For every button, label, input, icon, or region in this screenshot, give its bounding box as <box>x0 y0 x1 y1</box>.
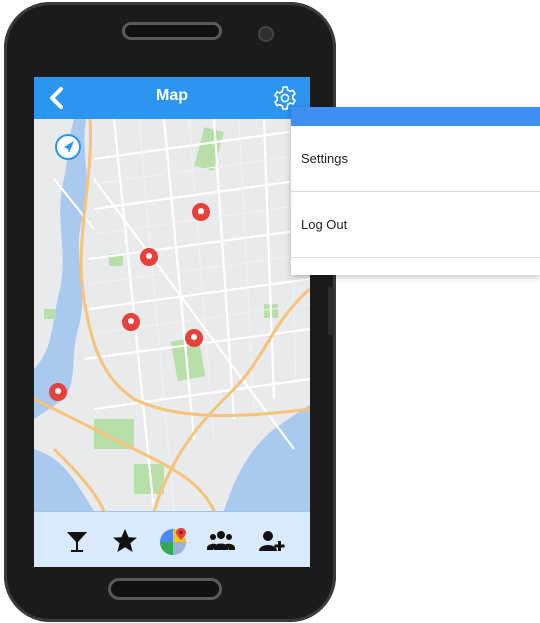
map-view[interactable]: + − <box>34 119 310 511</box>
side-button <box>328 287 334 335</box>
tab-map[interactable] <box>158 526 188 556</box>
app-bar: Map <box>34 77 310 119</box>
menu-item-logout[interactable]: Log Out <box>291 192 540 258</box>
bottom-speaker <box>108 578 222 600</box>
tab-groups[interactable] <box>206 526 236 556</box>
map-pin-icon <box>140 248 158 266</box>
tab-drinks[interactable] <box>62 526 92 556</box>
map-pin-icon <box>192 203 210 221</box>
menu-item-settings[interactable]: Settings <box>291 126 540 192</box>
city-map <box>34 119 310 511</box>
map-pin-icon <box>122 313 140 331</box>
maps-app-icon <box>160 528 186 555</box>
tab-add-friend[interactable] <box>256 526 286 556</box>
group-icon <box>207 531 235 550</box>
phone-screen: Map <box>34 77 310 567</box>
top-speaker <box>122 22 222 40</box>
star-icon <box>113 529 137 552</box>
page-title: Map <box>156 87 188 104</box>
menu-header-bar <box>291 107 540 126</box>
settings-dropdown-menu: Settings Log Out <box>291 107 540 275</box>
location-compass-icon <box>55 134 81 160</box>
map-pin-icon <box>49 383 67 401</box>
front-camera <box>258 26 274 42</box>
bottom-tab-bar <box>34 511 310 567</box>
map-pin-icon <box>185 329 203 347</box>
tab-favorites[interactable] <box>110 526 140 556</box>
cocktail-icon <box>67 532 87 552</box>
phone-frame: Map <box>4 2 336 622</box>
add-user-icon <box>259 531 285 551</box>
